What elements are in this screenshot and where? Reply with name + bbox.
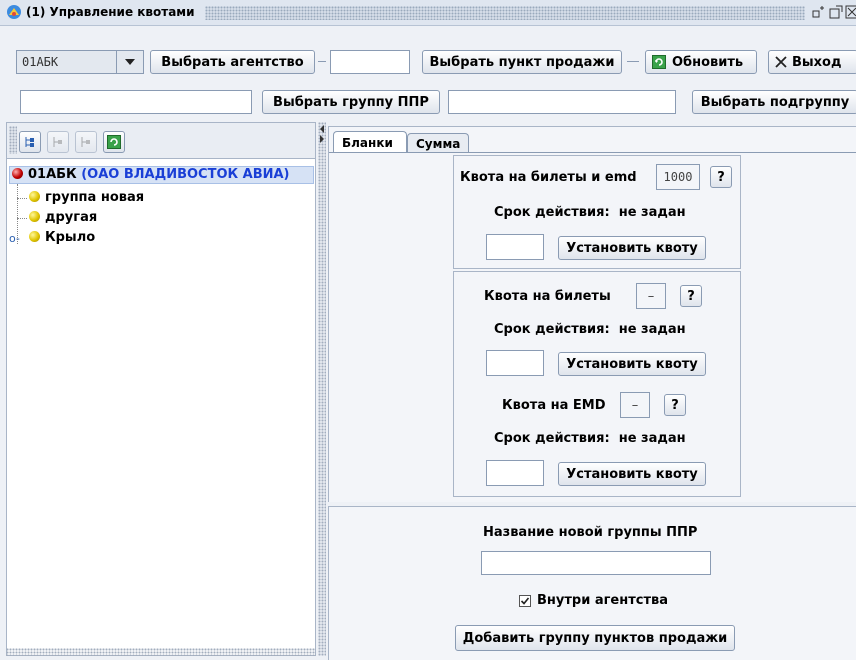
group-input[interactable] xyxy=(20,90,252,114)
tree-remove-icon xyxy=(81,137,90,147)
tree-root-code: 01АБК xyxy=(28,167,77,182)
close-icon[interactable] xyxy=(845,5,856,19)
tree-item-label: Крыло xyxy=(45,230,96,245)
expand-tree-button[interactable] xyxy=(19,131,41,153)
window-title: (1) Управление квотами xyxy=(26,5,195,19)
app-icon xyxy=(6,4,22,20)
close-x-icon xyxy=(775,56,787,68)
new-group-title: Название новой группы ППР xyxy=(483,525,698,540)
quota-emd-validity: Срок действия: не задан xyxy=(494,431,686,446)
tabs-panel: Бланки Сумма Квота на билеты и emd 1000 … xyxy=(328,126,856,502)
titlebar-grip xyxy=(205,6,805,20)
tree-item-label: другая xyxy=(45,210,98,225)
sale-point-input[interactable] xyxy=(330,50,410,74)
select-subgroup-button[interactable]: Выбрать подгруппу xyxy=(692,90,856,114)
quota-tickets-validity: Срок действия: не задан xyxy=(494,322,686,337)
within-agency-label: Внутри агентства xyxy=(537,593,668,608)
tab-sum[interactable]: Сумма xyxy=(407,133,469,153)
maximize-icon[interactable] xyxy=(829,5,843,19)
tab-blanks[interactable]: Бланки xyxy=(333,131,407,153)
add-sale-point-group-button[interactable]: Добавить группу пунктов продажи xyxy=(455,625,735,651)
tree-toolbar xyxy=(7,123,315,159)
quota-all-label: Квота на билеты и emd xyxy=(460,170,637,185)
select-sale-point-button[interactable]: Выбрать пункт продажи xyxy=(422,50,622,74)
add-node-button[interactable] xyxy=(47,131,69,153)
quota-all-help-button[interactable]: ? xyxy=(710,166,732,188)
tree-root-name: (ОАО ВЛАДИВОСТОК АВИА) xyxy=(81,167,290,182)
quota-emd-label: Квота на EMD xyxy=(502,398,606,413)
new-group-name-input[interactable] xyxy=(481,551,711,575)
separator xyxy=(318,61,326,62)
quota-tickets-help-button[interactable]: ? xyxy=(680,285,702,307)
status-yellow-icon xyxy=(29,211,40,222)
status-yellow-icon xyxy=(29,191,40,202)
quota-emd-value: – xyxy=(620,392,650,418)
exit-button[interactable]: Выход xyxy=(768,50,856,74)
quota-all-value: 1000 xyxy=(656,164,700,190)
refresh-label: Обновить xyxy=(672,54,744,70)
minimize-icon[interactable] xyxy=(812,5,826,19)
window-titlebar: (1) Управление квотами xyxy=(0,0,856,26)
expand-handle-icon[interactable]: o- xyxy=(9,232,20,245)
chevron-down-icon[interactable] xyxy=(116,51,143,73)
exit-label: Выход xyxy=(792,54,842,70)
status-red-icon xyxy=(12,168,23,179)
quota-emd-input[interactable] xyxy=(486,460,544,486)
quota-tickets-section: Квота на билеты – ? Срок действия: не за… xyxy=(453,271,741,497)
quota-all-set-button[interactable]: Установить квоту xyxy=(558,236,706,260)
quota-emd-set-button[interactable]: Установить квоту xyxy=(558,462,706,486)
tree-add-icon xyxy=(53,137,62,147)
subgroup-input[interactable] xyxy=(448,90,676,114)
quota-tickets-set-button[interactable]: Установить квоту xyxy=(558,352,706,376)
refresh-icon xyxy=(652,55,666,69)
quota-tickets-input[interactable] xyxy=(486,350,544,376)
collapse-arrows-icon[interactable] xyxy=(318,124,326,144)
agency-combobox[interactable]: 01АБК xyxy=(16,50,144,74)
refresh-button[interactable]: Обновить xyxy=(645,50,757,74)
separator xyxy=(627,61,639,62)
refresh-icon xyxy=(107,135,121,149)
within-agency-checkbox[interactable] xyxy=(519,595,531,607)
splitter-handle[interactable] xyxy=(318,122,326,656)
quota-all-section: Квота на билеты и emd 1000 ? Срок действ… xyxy=(453,155,741,269)
tree-icon xyxy=(25,137,34,147)
quota-tickets-label: Квота на билеты xyxy=(484,289,611,304)
toolbar-grip xyxy=(9,126,17,154)
refresh-tree-button[interactable] xyxy=(103,131,125,153)
quota-all-input[interactable] xyxy=(486,234,544,260)
new-group-panel: Название новой группы ППР Внутри агентст… xyxy=(328,506,856,660)
remove-node-button[interactable] xyxy=(75,131,97,153)
select-agency-button[interactable]: Выбрать агентство xyxy=(150,50,315,74)
select-group-button[interactable]: Выбрать группу ППР xyxy=(262,90,440,114)
tree-root[interactable]: 01АБК (ОАО ВЛАДИВОСТОК АВИА) xyxy=(9,166,314,184)
status-grip xyxy=(6,648,316,656)
tree-view: 01АБК (ОАО ВЛАДИВОСТОК АВИА) группа нова… xyxy=(7,160,315,656)
quota-emd-help-button[interactable]: ? xyxy=(664,394,686,416)
quota-tickets-value: – xyxy=(636,283,666,309)
status-yellow-icon xyxy=(29,231,40,242)
quota-all-validity: Срок действия: не задан xyxy=(494,205,686,220)
tree-item-label: группа новая xyxy=(45,190,145,205)
agency-combobox-value: 01АБК xyxy=(22,55,59,69)
tree-panel: 01АБК (ОАО ВЛАДИВОСТОК АВИА) группа нова… xyxy=(6,122,316,656)
